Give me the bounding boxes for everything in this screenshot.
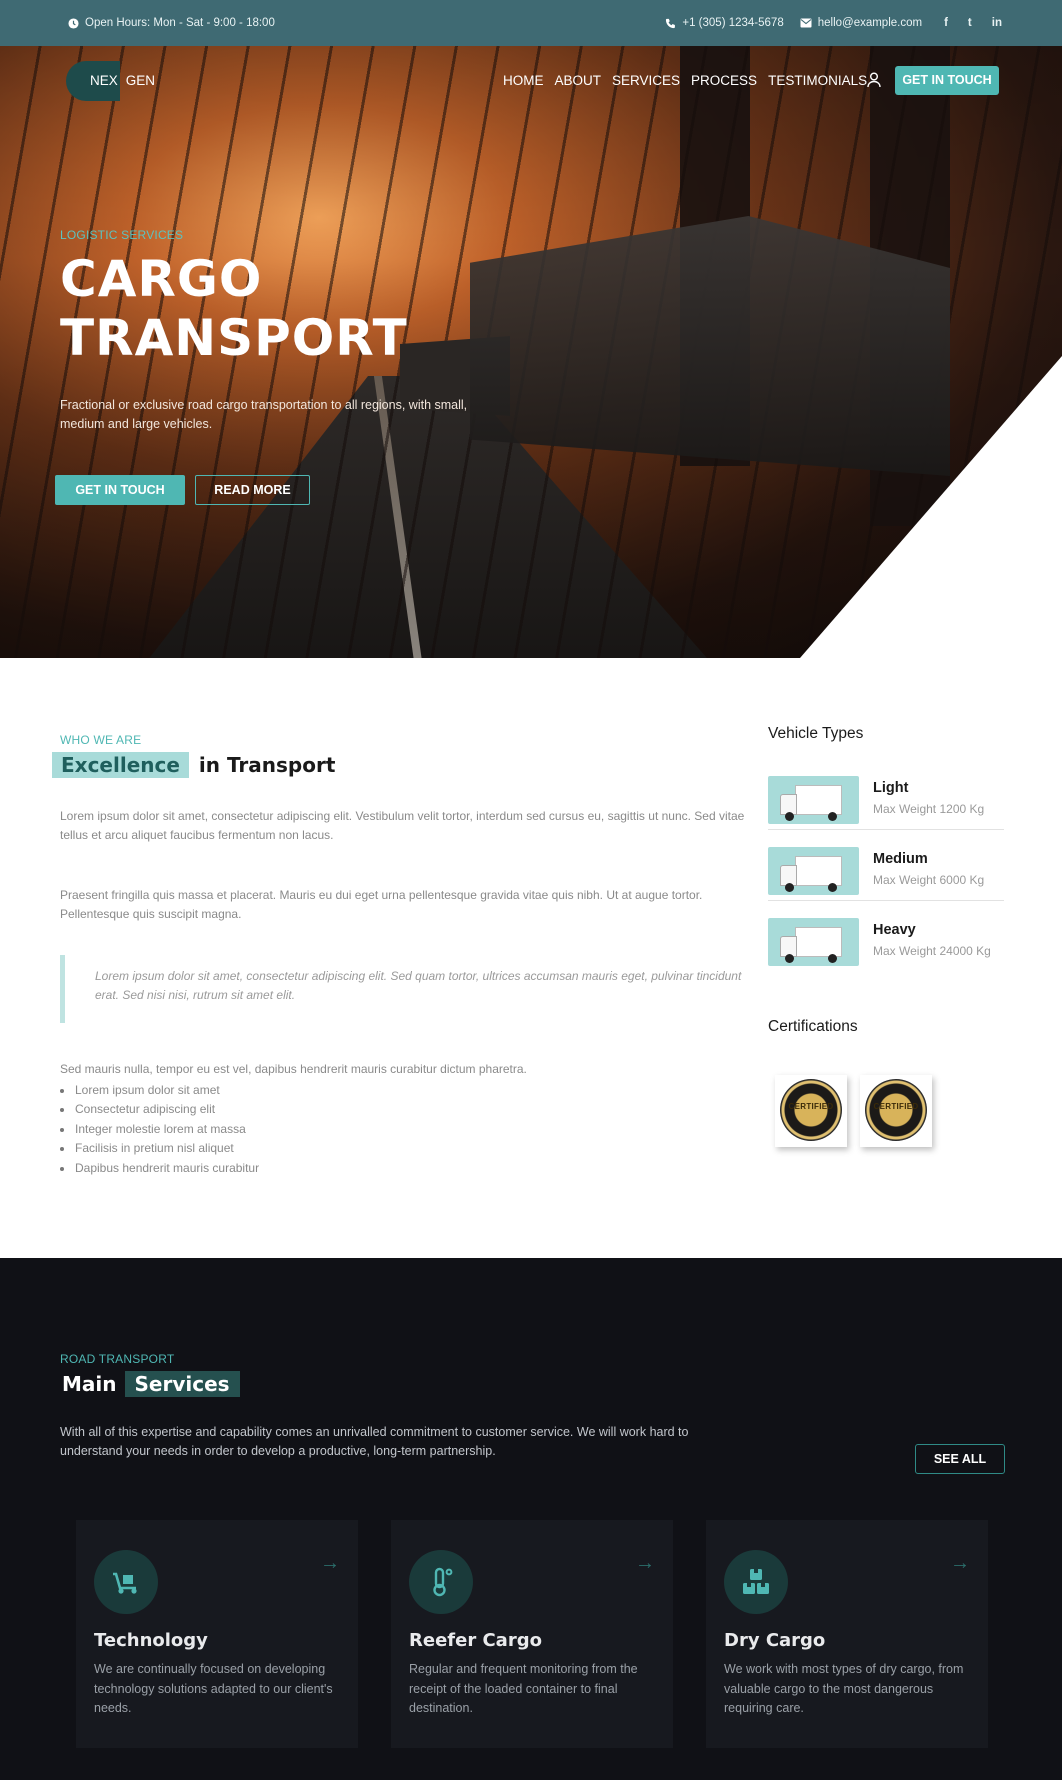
facebook-icon[interactable]: f (944, 17, 948, 29)
main-nav: NEX GEN HOME ABOUT SERVICES PROCESS TEST… (0, 46, 1062, 116)
services-eyebrow: ROAD TRANSPORT (60, 1352, 175, 1366)
boxes-icon (724, 1550, 788, 1614)
vehicle-weight: Max Weight 24000 Kg (873, 944, 991, 958)
hero-get-in-touch-button[interactable]: GET IN TOUCH (55, 475, 185, 505)
hero-subtitle: Fractional or exclusive road cargo trans… (60, 398, 468, 431)
user-icon[interactable] (867, 72, 881, 88)
truck-cargo-box (795, 856, 842, 886)
phone-icon (666, 18, 676, 28)
truck-wheel (828, 812, 837, 821)
nav-get-in-touch-button[interactable]: GET IN TOUCH (895, 66, 999, 95)
service-card-text: We are continually focused on developing… (94, 1662, 333, 1715)
truck-wheel (828, 954, 837, 963)
logo[interactable]: NEX GEN (66, 61, 155, 101)
services-title-highlight: Services (124, 1371, 240, 1397)
hero-truck-graphic (470, 216, 950, 476)
list-item: Facilisis in pretium nisl aliquet (60, 1139, 765, 1159)
service-card-technology[interactable]: → Technology We are continually focused … (76, 1520, 358, 1748)
about-eyebrow: WHO WE ARE (60, 733, 142, 747)
list-item: Integer molestie lorem at massa (60, 1120, 765, 1140)
top-bar: Open Hours: Mon - Sat - 9:00 - 18:00 +1 … (0, 0, 1062, 46)
logo-text-part2: GEN (125, 73, 156, 88)
phone-link[interactable]: +1 (305) 1234-5678 (665, 17, 784, 29)
clock-icon (68, 17, 79, 29)
truck-cargo-box (795, 785, 842, 815)
arrow-right-icon: → (950, 1552, 970, 1574)
vehicle-item-heavy: Heavy Max Weight 24000 Kg (768, 913, 1004, 972)
service-card-reefer-cargo[interactable]: → Reefer Cargo Regular and frequent moni… (391, 1520, 673, 1748)
arrow-right-icon: → (635, 1552, 655, 1574)
services-description: With all of this expertise and capabilit… (60, 1425, 689, 1458)
email-link[interactable]: hello@example.com (800, 17, 922, 29)
services-title-main: Main (62, 1372, 117, 1396)
nav-item-testimonials[interactable]: TESTIMONIALS (768, 73, 867, 88)
open-hours: Open Hours: Mon - Sat - 9:00 - 18:00 (68, 17, 275, 29)
linkedin-icon[interactable]: in (992, 17, 1002, 29)
about-title-highlight: Excellence (52, 752, 189, 778)
service-card-text: We work with most types of dry cargo, fr… (724, 1662, 964, 1715)
truck-cargo-box (795, 927, 842, 957)
thermometer-icon (409, 1550, 473, 1614)
certification-label: CERTIFIED (788, 1102, 834, 1111)
truck-wheel (785, 954, 794, 963)
twitter-icon[interactable]: t (968, 17, 972, 29)
truck-wheel (828, 883, 837, 892)
about-bullet-list: Lorem ipsum dolor sit amet Consectetur a… (60, 1081, 765, 1179)
vehicle-weight: Max Weight 6000 Kg (873, 873, 985, 887)
nav-menu: HOME ABOUT SERVICES PROCESS TESTIMONIALS (503, 73, 867, 88)
about-blockquote: Lorem ipsum dolor sit amet, consectetur … (60, 955, 765, 1023)
truck-image (768, 847, 859, 895)
envelope-icon (800, 18, 812, 28)
about-title-rest: in Transport (198, 753, 336, 777)
service-card-text: Regular and frequent monitoring from the… (409, 1662, 638, 1715)
services-title: Main Services (62, 1371, 240, 1397)
service-card-dry-cargo[interactable]: → Dry Cargo We work with most types of d… (706, 1520, 988, 1748)
truck-image (768, 918, 859, 966)
truck-wheel (785, 812, 794, 821)
see-all-button[interactable]: SEE ALL (915, 1444, 1005, 1474)
vehicle-name: Light (873, 780, 909, 796)
hero-read-more-button[interactable]: READ MORE (195, 475, 310, 505)
email-text: hello@example.com (817, 17, 923, 29)
open-hours-text: Open Hours: Mon - Sat - 9:00 - 18:00 (85, 17, 275, 29)
certifications-title: Certifications (768, 1018, 858, 1035)
hero-eyebrow: LOGISTIC SERVICES (60, 228, 184, 242)
certification-badge: CERTIFIED (775, 1075, 847, 1147)
certification-label: CERTIFIED (873, 1102, 919, 1111)
about-title: Excellence in Transport (52, 752, 335, 778)
hero-title: CARGO TRANSPORT (60, 250, 408, 368)
vehicle-item-light: Light Max Weight 1200 Kg (768, 771, 1004, 830)
vehicle-item-medium: Medium Max Weight 6000 Kg (768, 842, 1004, 901)
logo-text-part1: NEX (90, 73, 118, 88)
nav-item-process[interactable]: PROCESS (691, 73, 757, 88)
truck-wheel (785, 883, 794, 892)
about-paragraph-1: Lorem ipsum dolor sit amet, consectetur … (60, 809, 745, 842)
list-item: Consectetur adipiscing elit (60, 1100, 765, 1120)
social-links: f t in (944, 17, 1002, 29)
list-item: Dapibus hendrerit mauris curabitur (60, 1159, 765, 1179)
about-list-intro: Sed mauris nulla, tempor eu est vel, dap… (60, 1062, 527, 1076)
hero-title-line2: TRANSPORT (60, 309, 408, 367)
hero-title-line1: CARGO (60, 250, 263, 308)
dolly-icon (94, 1550, 158, 1614)
list-item: Lorem ipsum dolor sit amet (60, 1081, 765, 1101)
arrow-right-icon: → (320, 1552, 340, 1574)
nav-item-home[interactable]: HOME (503, 73, 544, 88)
certification-badge: CERTIFIED (860, 1075, 932, 1147)
vehicle-name: Medium (873, 851, 928, 867)
service-card-title: Dry Cargo (724, 1630, 826, 1651)
vehicle-types-title: Vehicle Types (768, 725, 864, 742)
service-card-title: Technology (94, 1630, 208, 1651)
phone-text: +1 (305) 1234-5678 (682, 17, 784, 29)
truck-image (768, 776, 859, 824)
about-list-block: Sed mauris nulla, tempor eu est vel, dap… (60, 1060, 765, 1178)
hero-section: LOGISTIC SERVICES CARGO TRANSPORT Fractio… (0, 46, 1062, 658)
nav-item-services[interactable]: SERVICES (612, 73, 680, 88)
vehicle-weight: Max Weight 1200 Kg (873, 802, 985, 816)
service-card-title: Reefer Cargo (409, 1630, 542, 1651)
services-section: ROAD TRANSPORT Main Services With all of… (0, 1258, 1062, 1780)
nav-item-about[interactable]: ABOUT (555, 73, 602, 88)
vehicle-name: Heavy (873, 922, 916, 938)
about-paragraph-2: Praesent fringilla quis massa et placera… (60, 888, 703, 921)
